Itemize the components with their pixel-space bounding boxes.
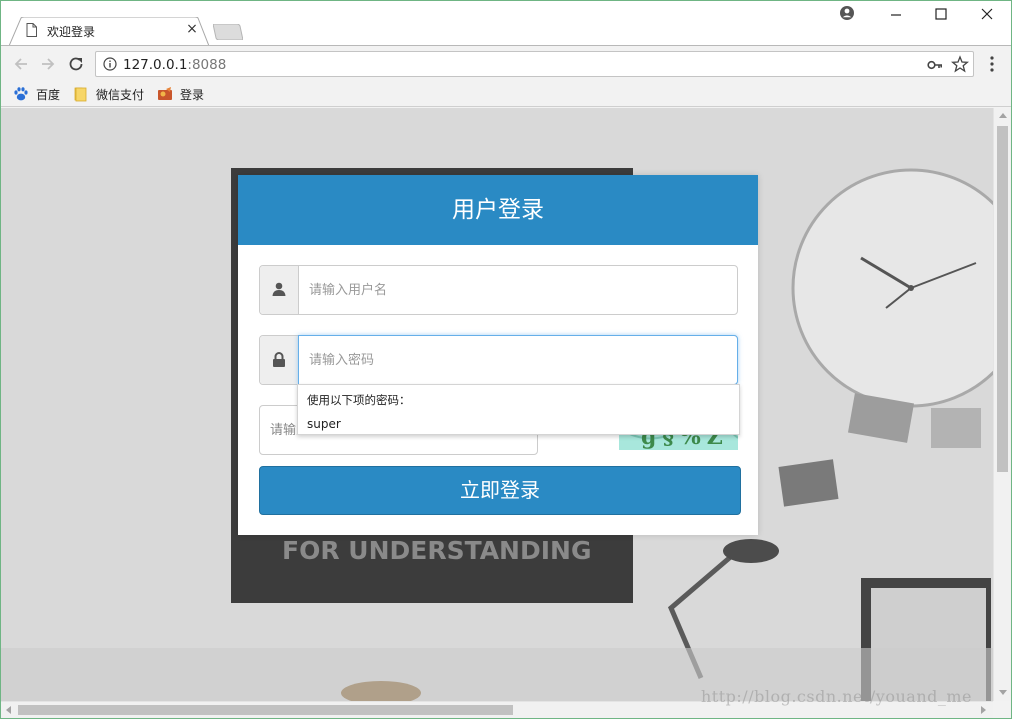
login-title: 用户登录: [238, 175, 758, 245]
info-icon[interactable]: [103, 57, 117, 71]
menu-icon[interactable]: [985, 55, 999, 73]
reload-icon[interactable]: [67, 55, 85, 73]
close-window-button[interactable]: [964, 3, 1010, 25]
login-button[interactable]: 立即登录: [259, 466, 741, 515]
url-port: :8088: [187, 57, 227, 73]
minimize-icon: [891, 14, 901, 16]
back-icon[interactable]: [12, 55, 30, 73]
page-icon: [26, 23, 37, 37]
scroll-right-icon[interactable]: [981, 706, 986, 714]
autofill-title: 使用以下项的密码：: [307, 393, 411, 407]
scroll-up-icon[interactable]: [999, 113, 1007, 118]
address-bar[interactable]: 127.0.0.1:8088: [95, 51, 974, 77]
bookmark-label: 百度: [36, 87, 61, 102]
autofill-suggestion[interactable]: super: [307, 417, 341, 431]
scroll-down-icon[interactable]: [999, 690, 1007, 695]
lock-icon: [273, 352, 285, 367]
baidu-paw-icon: [14, 87, 28, 101]
maximize-button[interactable]: [918, 3, 964, 25]
browser-toolbar: 127.0.0.1:8088: [1, 45, 1011, 81]
browser-window: 欢迎登录 × 127.0.0.1:8088 百度 微信支付 登录 FOR UND…: [0, 0, 1012, 719]
username-addon: [260, 266, 299, 314]
url-host: 127.0.0.1: [123, 57, 188, 73]
username-input[interactable]: [300, 266, 737, 314]
account-icon[interactable]: [839, 5, 855, 21]
close-icon: [981, 8, 993, 20]
password-autofill-popup: 使用以下项的密码： super: [297, 384, 740, 435]
folder-icon: [74, 87, 87, 102]
maximize-icon: [935, 8, 947, 20]
password-addon: [260, 336, 299, 384]
vertical-scrollbar[interactable]: [993, 108, 1011, 701]
tab-title: 欢迎登录: [47, 25, 96, 39]
bookmark-login[interactable]: 登录: [157, 85, 204, 103]
scroll-left-icon[interactable]: [6, 706, 11, 714]
forward-icon[interactable]: [39, 55, 57, 73]
url-text: 127.0.0.1:8088: [123, 57, 226, 73]
vertical-scroll-thumb[interactable]: [997, 126, 1008, 472]
watermark: http://blog.csdn.net/youand_me: [701, 687, 972, 706]
login-page-icon: [158, 87, 172, 100]
password-group: [259, 335, 738, 385]
bookmark-baidu[interactable]: 百度: [13, 85, 60, 103]
tab-close-icon[interactable]: ×: [185, 21, 199, 37]
bookmark-label: 登录: [180, 87, 205, 102]
bookmark-wechat-pay[interactable]: 微信支付: [73, 85, 144, 103]
tab-strip: 欢迎登录 ×: [1, 1, 1011, 46]
minimize-button[interactable]: [873, 3, 919, 25]
active-tab[interactable]: [9, 17, 209, 46]
new-tab-button[interactable]: [213, 24, 243, 40]
login-panel: 用户登录 请输入用户名 请输入验证码 g§%Z 立即登录: [238, 175, 758, 535]
page-viewport: FOR UNDERSTANDING 用户登录 请输入用户名 请输入验证码 g§%…: [1, 108, 993, 701]
username-group: [259, 265, 738, 315]
bookmark-label: 微信支付: [96, 87, 145, 102]
user-icon: [272, 282, 286, 296]
horizontal-scroll-thumb[interactable]: [18, 705, 513, 715]
password-input[interactable]: [300, 336, 737, 384]
bookmark-star-icon[interactable]: [951, 55, 969, 73]
key-icon[interactable]: [927, 58, 943, 72]
poster-text: FOR UNDERSTANDING: [282, 536, 591, 565]
bookmarks-bar: 百度 微信支付 登录: [1, 81, 1011, 107]
